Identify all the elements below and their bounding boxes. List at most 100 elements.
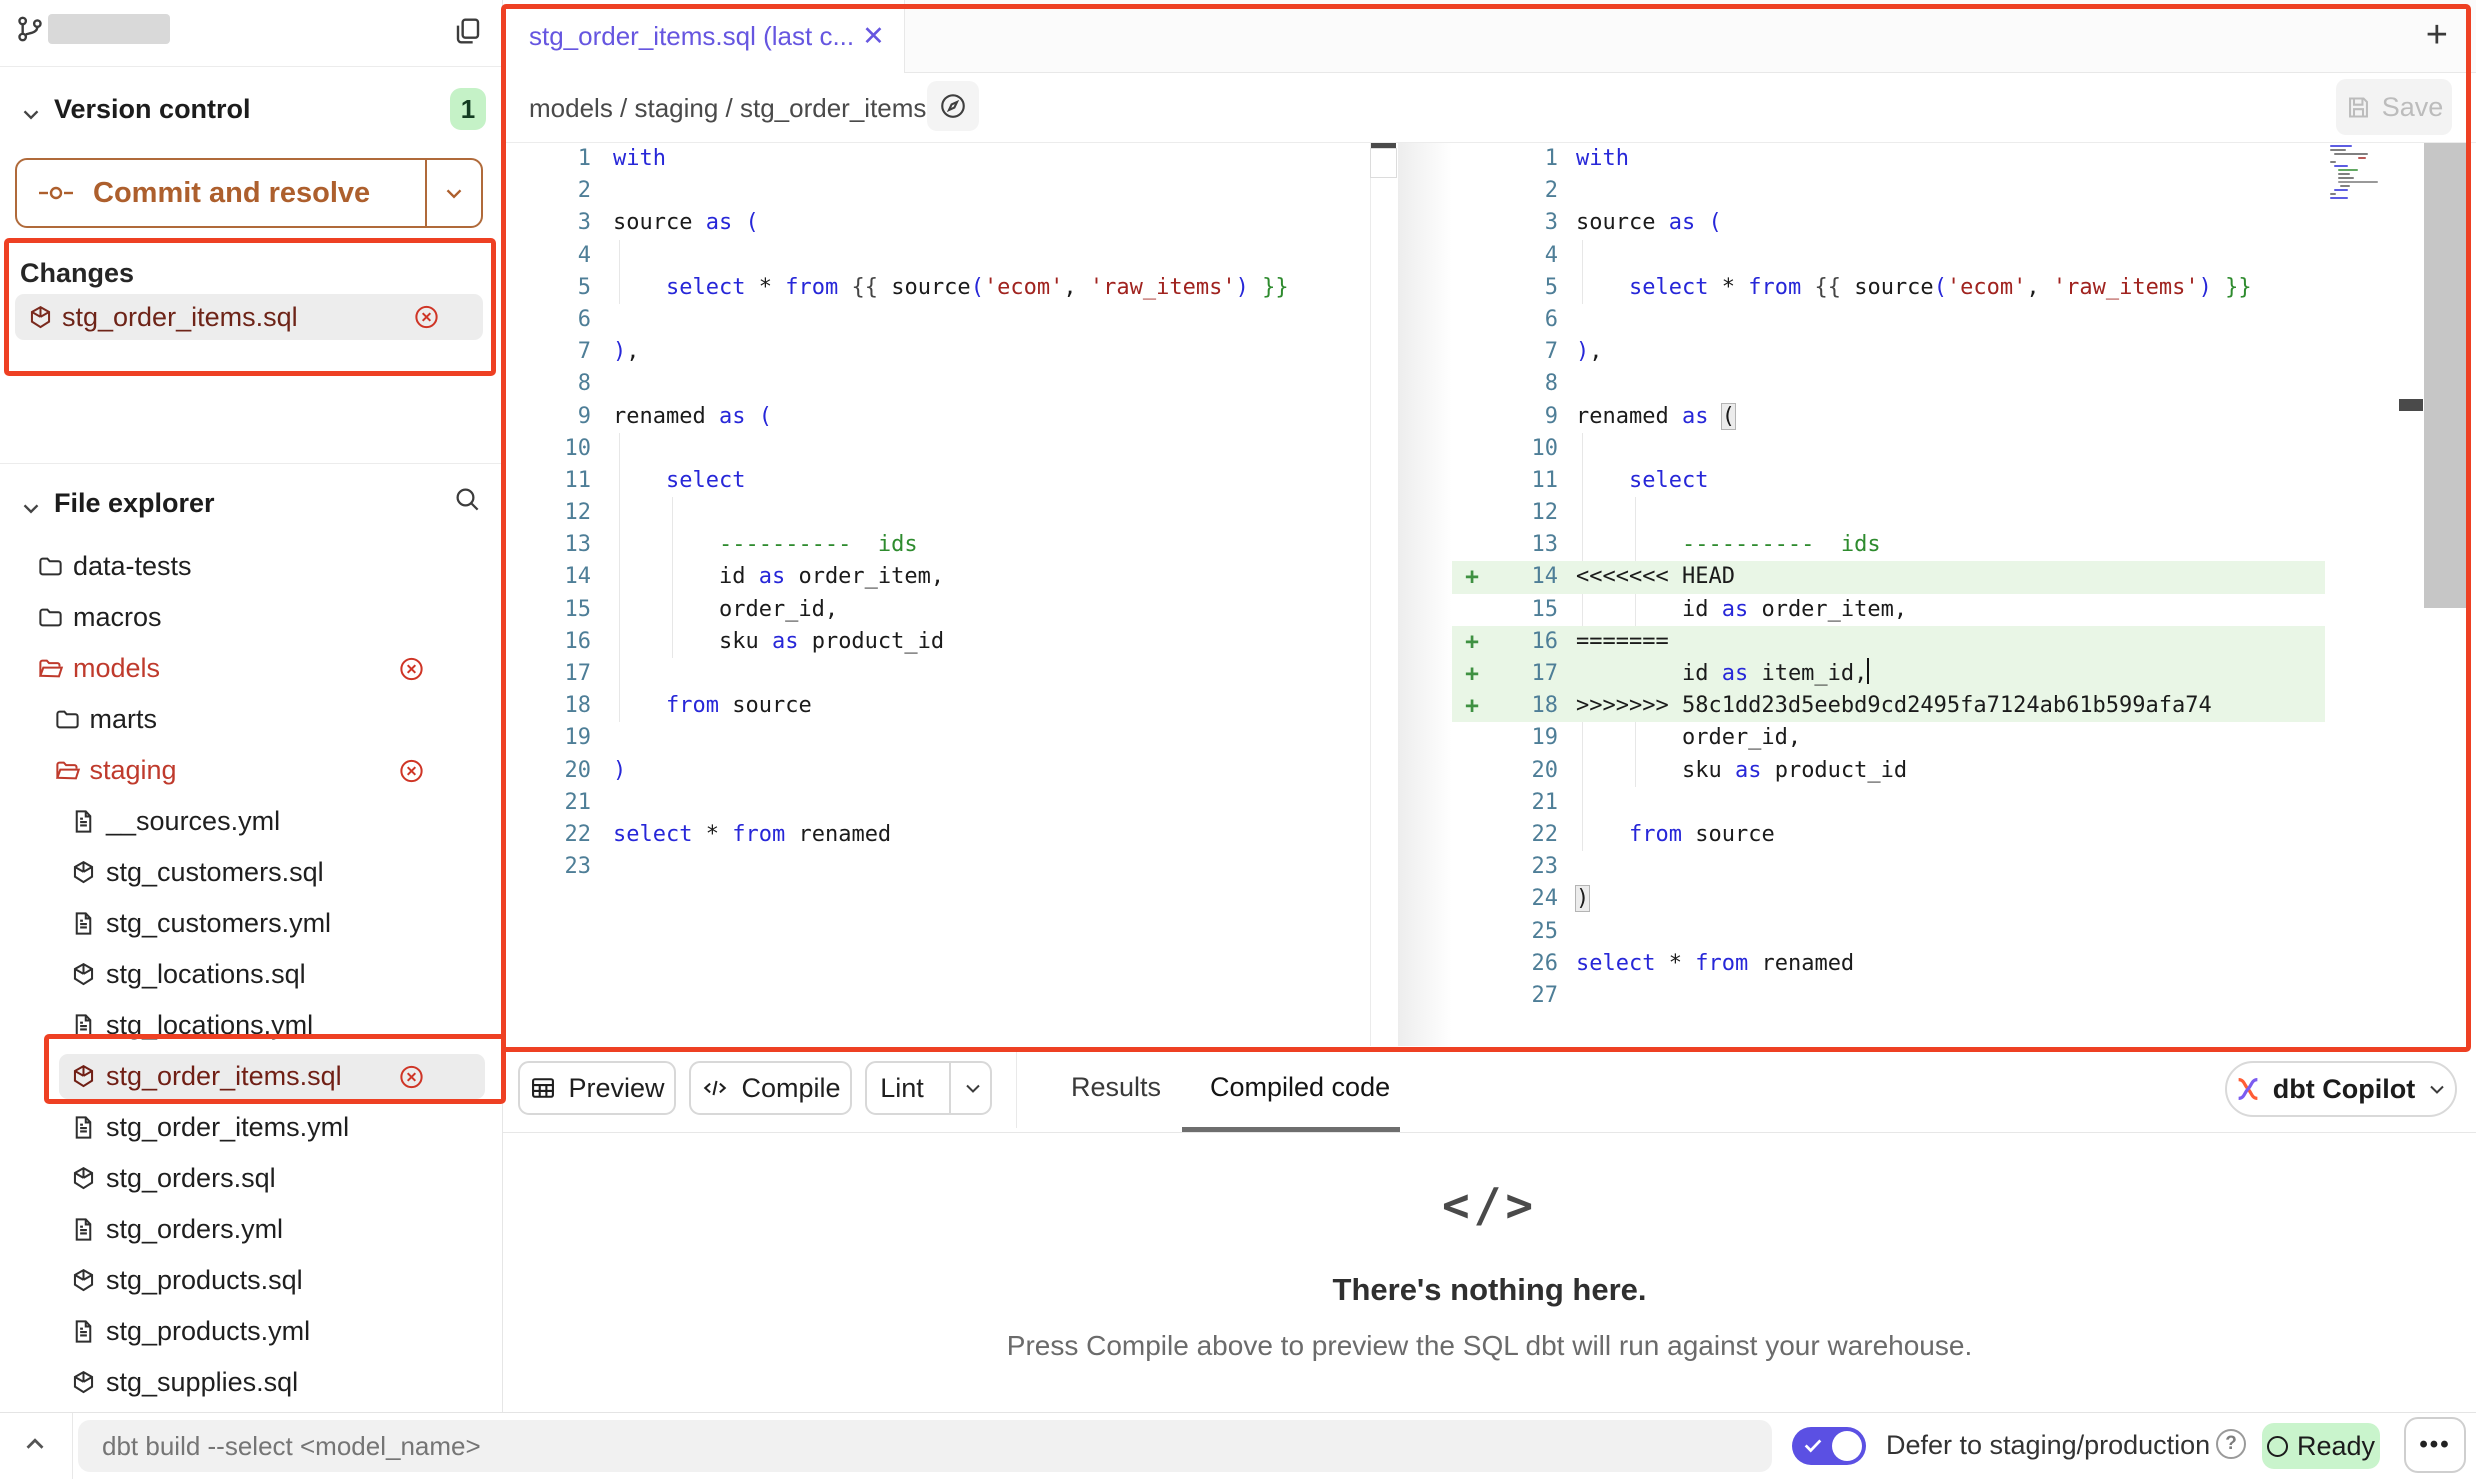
editor-line-7[interactable]: 7), xyxy=(1452,336,2325,368)
file-row-stg-customers-sql[interactable]: stg_customers.sql xyxy=(0,847,502,898)
editor-line-1[interactable]: 1with xyxy=(503,143,1396,175)
file-row-stg-products-sql[interactable]: stg_products.sql xyxy=(0,1255,502,1306)
editor-line-3[interactable]: 3source as ( xyxy=(503,207,1396,239)
command-input[interactable]: dbt build --select <model_name> xyxy=(78,1420,1772,1472)
editor-line-16[interactable]: +16======= xyxy=(1452,626,2325,658)
editor-line-8[interactable]: 8 xyxy=(503,368,1396,400)
file-row-stg-order-items-sql[interactable]: stg_order_items.sql xyxy=(0,1051,502,1102)
editor-line-17[interactable]: +17 id as item_id, xyxy=(1452,658,2325,690)
editor-line-11[interactable]: 11 select xyxy=(503,465,1396,497)
compile-button[interactable]: Compile xyxy=(689,1061,852,1115)
right-scrollbar-thumb[interactable] xyxy=(2399,399,2423,411)
editor-line-22[interactable]: 22 from source xyxy=(1452,819,2325,851)
chevron-down-icon[interactable] xyxy=(18,101,44,127)
editor-line-23[interactable]: 23 xyxy=(503,851,1396,883)
editor-line-7[interactable]: 7), xyxy=(503,336,1396,368)
editor-line-2[interactable]: 2 xyxy=(503,175,1396,207)
editor-line-13[interactable]: 13 ---------- ids xyxy=(1452,529,2325,561)
discard-change-icon[interactable] xyxy=(413,304,440,331)
editor-line-5[interactable]: 5 select * from {{ source('ecom', 'raw_i… xyxy=(503,272,1396,304)
file-row-stg-locations-sql[interactable]: stg_locations.sql xyxy=(0,949,502,1000)
editor-line-17[interactable]: 17 xyxy=(503,658,1396,690)
editor-line-3[interactable]: 3source as ( xyxy=(1452,207,2325,239)
editor-line-12[interactable]: 12 xyxy=(503,497,1396,529)
dbt-copilot-button[interactable]: dbt Copilot xyxy=(2225,1061,2457,1117)
help-icon[interactable]: ? xyxy=(2216,1429,2246,1459)
editor-line-24[interactable]: 24) xyxy=(1452,883,2325,915)
search-icon[interactable] xyxy=(452,484,482,514)
editor-line-10[interactable]: 10 xyxy=(503,433,1396,465)
file-row-staging[interactable]: staging xyxy=(0,745,502,796)
file-row--sources-yml[interactable]: __sources.yml xyxy=(0,796,502,847)
file-row-stg-order-items-yml[interactable]: stg_order_items.yml xyxy=(0,1102,502,1153)
file-row-macros[interactable]: macros xyxy=(0,592,502,643)
lint-button[interactable]: Lint xyxy=(865,1061,992,1115)
editor-line-4[interactable]: 4 xyxy=(503,240,1396,272)
commit-and-resolve-button[interactable]: Commit and resolve xyxy=(15,158,483,228)
file-row-stg-products-yml[interactable]: stg_products.yml xyxy=(0,1306,502,1357)
file-row-stg-orders-sql[interactable]: stg_orders.sql xyxy=(0,1153,502,1204)
editor-line-25[interactable]: 25 xyxy=(1452,916,2325,948)
editor-line-14[interactable]: +14<<<<<<< HEAD xyxy=(1452,561,2325,593)
editor-line-16[interactable]: 16 sku as product_id xyxy=(503,626,1396,658)
discard-change-icon[interactable] xyxy=(398,1063,425,1090)
editor-line-20[interactable]: 20 sku as product_id xyxy=(1452,755,2325,787)
commit-dropdown-caret[interactable] xyxy=(425,160,481,226)
compass-icon[interactable] xyxy=(927,81,979,131)
editor-line-22[interactable]: 22select * from renamed xyxy=(503,819,1396,851)
more-options-button[interactable]: ••• xyxy=(2404,1417,2466,1473)
editor-line-6[interactable]: 6 xyxy=(1452,304,2325,336)
file-row-stg-locations-yml[interactable]: stg_locations.yml xyxy=(0,1000,502,1051)
editor-line-6[interactable]: 6 xyxy=(503,304,1396,336)
file-row-stg-customers-yml[interactable]: stg_customers.yml xyxy=(0,898,502,949)
editor-line-4[interactable]: 4 xyxy=(1452,240,2325,272)
editor-line-15[interactable]: 15 id as order_item, xyxy=(1452,594,2325,626)
editor-line-19[interactable]: 19 xyxy=(503,722,1396,754)
editor-line-19[interactable]: 19 order_id, xyxy=(1452,722,2325,754)
editor-line-23[interactable]: 23 xyxy=(1452,851,2325,883)
defer-toggle[interactable] xyxy=(1792,1427,1866,1465)
status-badge-ready[interactable]: Ready xyxy=(2262,1423,2380,1469)
editor-line-9[interactable]: 9renamed as ( xyxy=(503,401,1396,433)
chevron-down-icon[interactable] xyxy=(18,495,44,521)
editor-line-8[interactable]: 8 xyxy=(1452,368,2325,400)
editor-line-21[interactable]: 21 xyxy=(503,787,1396,819)
lint-dropdown-caret[interactable] xyxy=(949,1063,995,1113)
file-row-data-tests[interactable]: data-tests xyxy=(0,541,502,592)
editor-line-20[interactable]: 20) xyxy=(503,755,1396,787)
editor-line-18[interactable]: 18 from source xyxy=(503,690,1396,722)
editor-line-15[interactable]: 15 order_id, xyxy=(503,594,1396,626)
editor-line-9[interactable]: 9renamed as ( xyxy=(1452,401,2325,433)
file-row-stg-supplies-sql[interactable]: stg_supplies.sql xyxy=(0,1357,502,1408)
editor-line-18[interactable]: +18>>>>>>> 58c1dd23d5eebd9cd2495fa7124ab… xyxy=(1452,690,2325,722)
editor-line-26[interactable]: 26select * from renamed xyxy=(1452,948,2325,980)
editor-line-11[interactable]: 11 select xyxy=(1452,465,2325,497)
tab-results[interactable]: Results xyxy=(1071,1072,1161,1103)
file-row-stg-orders-yml[interactable]: stg_orders.yml xyxy=(0,1204,502,1255)
new-tab-button[interactable]: + xyxy=(2426,14,2448,57)
editor-pane-left[interactable]: 1with23source as (45 select * from {{ so… xyxy=(503,143,1396,883)
editor-line-27[interactable]: 27 xyxy=(1452,980,2325,1012)
copy-icon[interactable] xyxy=(452,15,484,47)
right-scrollbar-track[interactable] xyxy=(2424,143,2468,608)
editor-line-13[interactable]: 13 ---------- ids xyxy=(503,529,1396,561)
editor-line-21[interactable]: 21 xyxy=(1452,787,2325,819)
discard-change-icon[interactable] xyxy=(398,655,425,682)
editor-line-5[interactable]: 5 select * from {{ source('ecom', 'raw_i… xyxy=(1452,272,2325,304)
discard-change-icon[interactable] xyxy=(398,757,425,784)
file-row-models[interactable]: models xyxy=(0,643,502,694)
tab-compiled-code[interactable]: Compiled code xyxy=(1210,1072,1390,1103)
changed-file-item[interactable]: stg_order_items.sql xyxy=(15,294,483,340)
chevron-up-icon[interactable] xyxy=(20,1429,50,1459)
editor-line-1[interactable]: 1with xyxy=(1452,143,2325,175)
minimap[interactable] xyxy=(2330,145,2388,201)
editor-line-2[interactable]: 2 xyxy=(1452,175,2325,207)
preview-button[interactable]: Preview xyxy=(518,1061,676,1115)
tab-close-icon[interactable]: ✕ xyxy=(862,21,885,52)
editor-pane-right[interactable]: 1with23source as (45 select * from {{ so… xyxy=(1452,143,2325,1012)
editor-line-14[interactable]: 14 id as order_item, xyxy=(503,561,1396,593)
save-button[interactable]: Save xyxy=(2336,79,2452,135)
editor-line-12[interactable]: 12 xyxy=(1452,497,2325,529)
tab-stg-order-items[interactable]: stg_order_items.sql (last c... ✕ xyxy=(503,0,905,72)
editor-line-10[interactable]: 10 xyxy=(1452,433,2325,465)
